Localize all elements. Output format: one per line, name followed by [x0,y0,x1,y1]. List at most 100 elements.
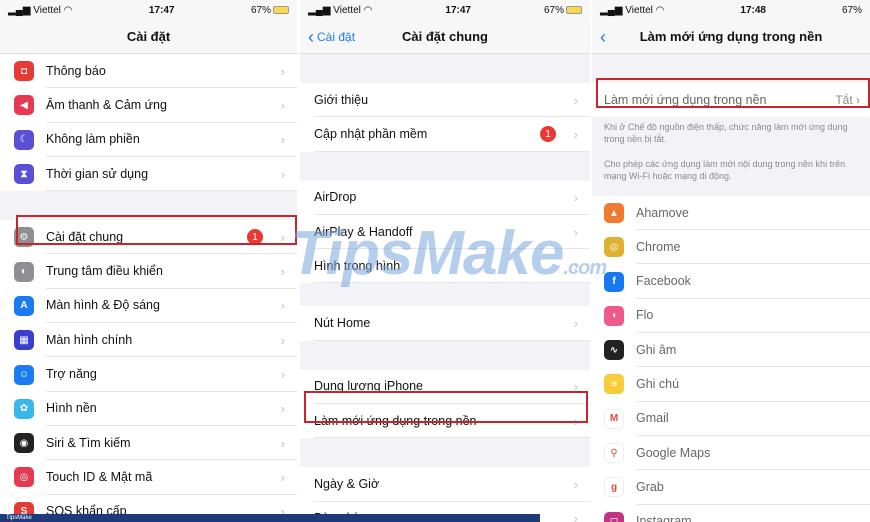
settings-row[interactable]: ✿ Hình nền › [0,391,297,426]
chevron-right-icon: › [573,126,578,142]
chevron-right-icon: › [280,332,285,348]
chevron-right-icon: › [573,224,578,240]
battery-icon [272,6,289,14]
maps-icon: ⚲ [604,443,624,464]
app-label: Ghi chú [636,367,870,402]
app-label: Chrome [636,230,870,265]
row-label: Hình nền [46,392,297,426]
app-row[interactable]: ◖ Flo [592,298,870,334]
general-row[interactable]: Cập nhật phần mềm 1 › [300,117,590,152]
chevron-right-icon: › [573,511,578,522]
chevron-right-icon: › [573,379,578,395]
background-refresh-setting[interactable]: Làm mới ứng dụng trong nền Tắt › [592,83,870,118]
general-row[interactable]: Làm mới ứng dụng trong nền › [300,404,590,439]
battery: 67% [841,4,862,16]
nav-bar: ‹ Cài đặt Cài đặt chung [300,20,590,54]
app-label: Facebook [636,264,870,299]
general-group-2: AirDrop › AirPlay & Handoff › Hình trong hìn… [300,180,590,284]
chevron-right-icon: › [280,435,285,451]
general-row[interactable]: AirDrop › [300,180,590,215]
chevron-right-icon: › [280,63,285,79]
chevron-right-icon: › [573,92,578,108]
settings-row[interactable]: ◐ Trung tâm điều khiển › [0,254,297,289]
settings-row[interactable]: A Màn hình & Độ sáng › [0,288,297,324]
settings-row[interactable]: ☺ Trợ năng › [0,357,297,392]
flo-icon: ◖ [604,305,624,326]
chevron-right-icon: › [280,401,285,417]
app-row[interactable]: ∿ Ghi âm [592,333,870,368]
flower-icon: ✿ [14,398,34,419]
chevron-right-icon: › [280,298,285,314]
siri-icon: ◉ [14,433,34,454]
page-title: Cài đặt [126,29,171,44]
app-row[interactable]: M Gmail [592,401,870,436]
nav-bar: Cài đặt [0,20,297,54]
app-label: Ahamove [636,196,870,231]
general-group-4: Dung lượng iPhone › Làm mới ứng dụng trong… [300,369,590,439]
clock: 17:48 [740,4,766,16]
app-row[interactable]: f Facebook [592,264,870,299]
settings-group-1: ◘ Thông báo › ◀ Âm thanh & Cảm ứng › ☾ Không là… [0,54,297,192]
background-refresh-panel: ▂▄▆ Viettel ◠ 17:48 67% ‹ Làm mới ứng dụ… [592,0,870,522]
settings-row[interactable]: ◉ Siri & Tìm kiếm › [0,425,297,461]
chevron-right-icon: › [280,166,285,182]
chevron-right-icon: › [280,97,285,113]
general-row[interactable]: Dung lượng iPhone › [300,369,590,405]
row-label: AirDrop [314,181,590,215]
bell-icon: ◘ [14,61,34,82]
app-label: Ghi âm [636,333,870,368]
fingerprint-icon: ◎ [14,467,34,488]
status-bar: ▂▄▆ Viettel ◠ 17:48 67% [592,0,870,20]
general-row[interactable]: Nút Home › [300,306,590,341]
app-row[interactable]: ◻ Instagram [592,504,870,522]
app-label: Gmail [636,402,870,436]
app-row[interactable]: ⚲ Google Maps [592,435,870,471]
facebook-icon: f [604,271,624,292]
clock: 17:47 [148,4,175,16]
setting-value: Tắt › [835,93,860,108]
row-label: Không làm phiền [46,123,297,157]
settings-group-2: ⚙ Cài đặt chung 1 › ◐ Trung tâm điều khiển › A M… [0,220,297,522]
moon-icon: ☾ [14,129,34,150]
settings-row[interactable]: ◘ Thông báo › [0,54,297,89]
general-panel: ▂▄▆ Viettel ◠ 17:47 67% ‹ Cài đặt Cài đặt… [300,0,590,522]
chrome-icon: ◎ [604,237,624,258]
battery: 67% [251,5,289,16]
back-button[interactable]: ‹ [600,28,606,46]
chevron-right-icon: › [573,190,578,206]
settings-row[interactable]: ◀ Âm thanh & Cảm ứng › [0,88,297,123]
settings-row[interactable]: ◎ Touch ID & Mật mã › [0,460,297,495]
general-row[interactable]: Giới thiệu › [300,83,590,118]
chevron-right-icon: › [280,367,285,383]
row-label: Màn hình & Độ sáng [46,289,297,324]
toggles-icon: ◐ [14,261,34,282]
nav-bar: ‹ Làm mới ứng dụng trong nền [592,20,870,54]
row-label: Trợ năng [46,357,297,392]
general-row[interactable]: AirPlay & Handoff › [300,214,590,250]
general-row[interactable]: Ngày & Giờ › [300,467,590,502]
row-label: Dung lượng iPhone [314,370,590,405]
app-row[interactable]: ▲ Ahamove [592,195,870,231]
general-row[interactable]: Hình trong hình › [300,249,590,284]
settings-row[interactable]: ▦ Màn hình chính › [0,323,297,358]
back-button[interactable]: ‹ Cài đặt [308,28,355,46]
carrier: ▂▄▆ Viettel ◠ [600,4,665,16]
text-size-icon: A [14,295,34,316]
app-row[interactable]: ◎ Chrome [592,230,870,265]
settings-row[interactable]: ☾ Không làm phiền › [0,122,297,157]
app-row[interactable]: ≡ Ghi chú [592,367,870,402]
app-row[interactable]: g Grab [592,470,870,505]
settings-row[interactable]: ⧗ Thời gian sử dụng › [0,156,297,192]
footer-bar: TipsMake [0,514,540,522]
notes-icon: ≡ [604,374,624,395]
row-label: Ngày & Giờ [314,467,590,502]
settings-row[interactable]: ⚙ Cài đặt chung 1 › [0,220,297,255]
row-label: AirPlay & Handoff [314,215,590,250]
app-label: Flo [636,299,870,334]
status-bar: ▂▄▆ Viettel ︎◠ 17:47 67% [0,0,297,20]
row-label: Âm thanh & Cảm ứng [46,88,297,123]
chevron-right-icon: › [573,258,578,274]
page-title: Cài đặt chung [402,29,488,44]
row-label: Nút Home [314,306,590,341]
chevron-left-icon: ‹ [308,26,314,47]
